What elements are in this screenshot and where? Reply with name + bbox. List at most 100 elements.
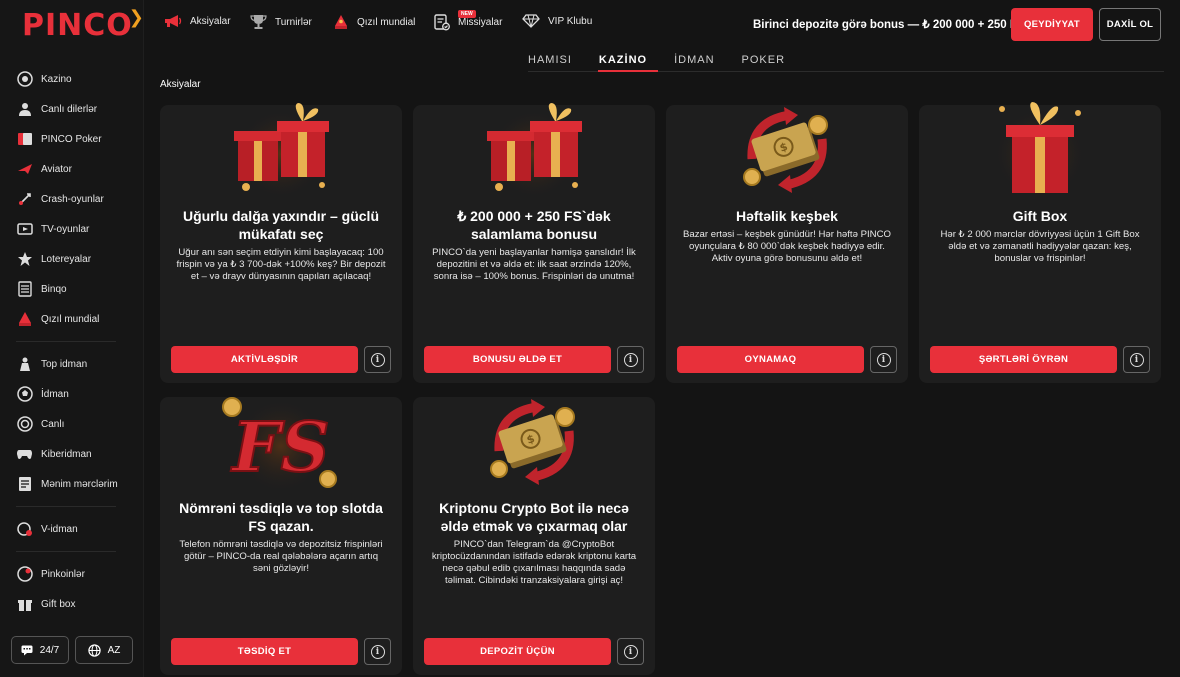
sidebar-item[interactable]: Pinkoinlər — [0, 559, 144, 589]
sidebar-item[interactable]: Kazino — [0, 64, 144, 94]
coins-icon — [16, 566, 33, 583]
nav-promotions-label: Aksiyalar — [190, 15, 231, 27]
nav-tournaments-label: Turnirlər — [275, 16, 312, 28]
promo-image — [160, 99, 402, 199]
sidebar-item[interactable]: Mənim mərclərim — [0, 469, 144, 499]
promo-action-button[interactable]: TƏSDİQ ET — [171, 638, 358, 665]
sidebar-divider — [16, 341, 116, 342]
sidebar-item[interactable]: Crash-oyunlar — [0, 184, 144, 214]
diamond-icon — [522, 14, 540, 28]
sidebar-item[interactable]: Kiberidman — [0, 439, 144, 469]
info-icon: i — [370, 352, 385, 367]
sidebar-item-label: Kiberidman — [41, 448, 92, 460]
language-label: AZ — [107, 644, 121, 656]
first-deposit-bonus-banner[interactable]: Birinci depozitə görə bonus — ₺ 200 000 … — [753, 17, 1025, 31]
rocket-icon — [16, 191, 33, 208]
promo-title: Gift Box — [1012, 208, 1068, 224]
tab-poker[interactable]: POKER — [742, 54, 786, 66]
promo-description: PINCO`da yeni başlayanlar həmişə şanslıd… — [432, 247, 636, 282]
info-icon: i — [370, 644, 385, 659]
promo-card[interactable]: Uğurlu dalğa yaxındır – güclü mükafatı s… — [160, 103, 402, 383]
promo-action-button[interactable]: OYNAMAQ — [677, 346, 864, 373]
sidebar-item-label: Top idman — [41, 358, 88, 370]
info-icon: i — [876, 352, 891, 367]
sidebar-item-label: Qızıl mundial — [41, 313, 100, 325]
promo-title: Həftəlik keşbek — [736, 208, 838, 224]
sidebar-divider — [16, 551, 116, 552]
promo-description: PINCO`dan Telegram`da @CryptoBot kriptoc… — [431, 539, 637, 586]
new-badge: NEW — [458, 10, 476, 18]
promo-action-button[interactable]: BONUSU ƏLDƏ ET — [424, 346, 611, 373]
tab-casino[interactable]: KAZİNO — [599, 54, 647, 66]
casino-chip-icon — [16, 71, 33, 88]
globe-icon — [87, 643, 101, 657]
trophy-icon — [16, 311, 33, 328]
sidebar-item[interactable]: V-idman — [0, 514, 144, 544]
live-icon — [16, 416, 33, 433]
sidebar-item-label: PINCO Poker — [41, 133, 102, 145]
live-dealer-icon — [16, 101, 33, 118]
language-button[interactable]: AZ — [75, 636, 133, 664]
pinco-logo[interactable]: PINCO❯ — [22, 7, 149, 43]
sidebar-item[interactable]: Lotereyalar — [0, 244, 144, 274]
sidebar-item[interactable]: Aviator — [0, 154, 144, 184]
promo-card[interactable]: $ Həftəlik keşbek Bazar ertəsi – keşbek gü… — [666, 105, 908, 383]
info-icon: i — [1129, 352, 1144, 367]
sidebar-divider — [16, 506, 116, 507]
flame-icon: ❯ — [128, 7, 145, 28]
promo-card[interactable]: FS Nömrəni təsdiqlə və top slotda FS qaza… — [160, 397, 402, 675]
promo-image: $ — [666, 99, 908, 199]
promo-card[interactable]: $ Kriptonu Crypto Bot ilə necə əldə etmək… — [413, 397, 655, 675]
sidebar-item-label: Gift box — [41, 598, 76, 610]
tab-all[interactable]: HAMISI — [528, 54, 572, 66]
sidebar-item[interactable]: İdman — [0, 379, 144, 409]
support-button[interactable]: 24/7 — [11, 636, 69, 664]
promo-info-button[interactable]: i — [870, 346, 897, 373]
sidebar-item[interactable]: Qızıl mundial — [0, 304, 144, 334]
sidebar-item[interactable]: PINCO Poker — [0, 124, 144, 154]
register-button[interactable]: QEYDİYYAT — [1011, 8, 1093, 41]
nav-vip-club[interactable]: VIP Klubu — [522, 14, 592, 28]
promo-info-button[interactable]: i — [617, 346, 644, 373]
sidebar-item[interactable]: Top idman — [0, 349, 144, 379]
nav-missions-label: Missiyalar — [458, 17, 503, 28]
top-sport-icon — [16, 356, 33, 373]
nav-promotions[interactable]: Aksiyalar — [164, 14, 231, 28]
promo-card[interactable]: ₺ 200 000 + 250 FS`dək salamlama bonusu P… — [413, 103, 655, 383]
promo-info-button[interactable]: i — [364, 346, 391, 373]
promo-info-button[interactable]: i — [617, 638, 644, 665]
info-icon: i — [623, 644, 638, 659]
promo-action-button[interactable]: ŞƏRTLƏRİ ÖYRƏN — [930, 346, 1117, 373]
login-button[interactable]: DAXİL OL — [1099, 8, 1161, 41]
promo-title: Nömrəni təsdiqlə və top slotda FS qazan. — [179, 500, 383, 534]
sidebar-item-label: Kazino — [41, 73, 72, 85]
sidebar: PINCO❯ Kazino Canlı dilerlər PINCO Poker Av… — [0, 0, 144, 677]
sidebar-item[interactable]: TV-oyunlar — [0, 214, 144, 244]
nav-tournaments[interactable]: Turnirlər — [250, 14, 312, 30]
sidebar-item[interactable]: Canlı dilerlər — [0, 94, 144, 124]
promo-description: Telefon nömrəni təsdiqlə və depozitsiz f… — [179, 539, 383, 574]
promo-description: Hər ₺ 2 000 mərclər dövriyyəsi üçün 1 Gi… — [940, 229, 1140, 264]
nav-missions[interactable]: NEW Missiyalar — [434, 10, 503, 31]
missions-icon — [434, 14, 450, 31]
promo-info-button[interactable]: i — [1123, 346, 1150, 373]
promo-action-button[interactable]: AKTİVLƏŞDİR — [171, 346, 358, 373]
poker-icon — [16, 131, 33, 148]
promo-title: ₺ 200 000 + 250 FS`dək salamlama bonusu — [457, 208, 611, 242]
tab-sport[interactable]: İDMAN — [674, 54, 714, 66]
promo-image: $ — [413, 391, 655, 491]
sidebar-item[interactable]: Binqo — [0, 274, 144, 304]
promo-title: Kriptonu Crypto Bot ilə necə əldə etmək … — [439, 500, 629, 534]
promo-card[interactable]: Gift Box Hər ₺ 2 000 mərclər dövriyyəsi ü… — [919, 102, 1161, 383]
plane-icon — [16, 161, 33, 178]
promo-action-button[interactable]: DEPOZİT ÜÇÜN — [424, 638, 611, 665]
nav-golden-mundial[interactable]: Qızıl mundial — [333, 14, 415, 30]
sidebar-item[interactable]: Canlı — [0, 409, 144, 439]
sidebar-item-label: Canlı dilerlər — [41, 103, 98, 115]
svg-text:FS: FS — [230, 408, 329, 488]
sidebar-nav: Kazino Canlı dilerlər PINCO Poker Aviator Cr… — [0, 64, 144, 619]
promo-info-button[interactable]: i — [364, 638, 391, 665]
sidebar-item[interactable]: Gift box — [0, 589, 144, 619]
megaphone-icon — [164, 14, 182, 28]
sidebar-item-label: Binqo — [41, 283, 67, 295]
